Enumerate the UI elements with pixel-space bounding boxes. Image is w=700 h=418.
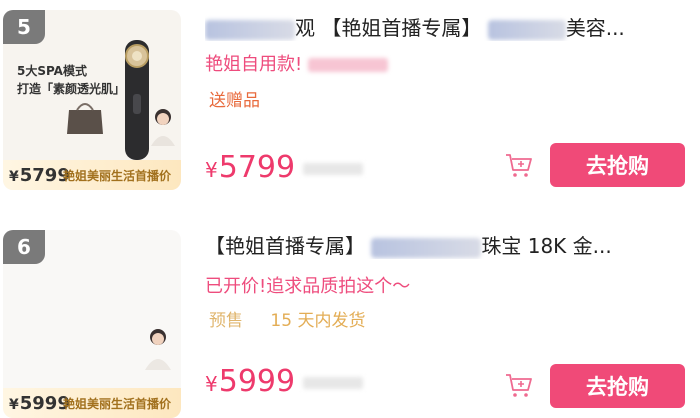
currency-symbol: ¥ [9, 397, 19, 413]
currency-symbol: ¥ [205, 158, 218, 182]
thumbnail-promo-line: 打造「素颜透光肌」 [17, 82, 126, 96]
bag-image [67, 103, 103, 134]
price-value: 5999 [218, 364, 296, 399]
thumbnail-caption: 艳姐美丽生活首播价 [63, 169, 172, 183]
product-item[interactable]: 5 5大SPA模式 打造「素颜透光肌」 ¥5799 艳姐美丽生活首播价 观 【艳… [0, 0, 700, 200]
thumbnail-promo-text: 5大SPA模式 打造「素颜透光肌」 [17, 62, 125, 98]
product-price: ¥5999 [205, 364, 364, 399]
rank-badge: 5 [3, 10, 45, 44]
thumbnail-price: ¥5999 [9, 393, 70, 414]
host-photo [145, 329, 171, 370]
redacted-text [205, 19, 295, 40]
title-exclusive-tag: 【艳姐首播专属】 [205, 234, 365, 258]
subtitle-text: 艳姐自用款! [205, 54, 303, 75]
thumbnail-promo-line: 5大SPA模式 [17, 64, 87, 78]
title-tail: 美容... [565, 16, 625, 40]
product-item[interactable]: 6 ¥5999 艳姐美丽生活首播价 【艳姐首播专属】 珠宝 18K 金... 已… [0, 222, 700, 418]
buy-now-button[interactable]: 去抢购 [550, 364, 685, 408]
redacted-text [371, 237, 482, 258]
gift-tag: 送赠品 [209, 91, 260, 111]
product-title[interactable]: 观 【艳姐首播专属】 美容... [205, 12, 695, 41]
thumbnail-price-band: ¥5799 艳姐美丽生活首播价 [3, 160, 181, 190]
rank-badge: 6 [3, 230, 45, 264]
redacted-text [308, 58, 389, 72]
buy-now-button[interactable]: 去抢购 [550, 143, 685, 187]
original-price-redacted [303, 162, 364, 175]
currency-symbol: ¥ [9, 169, 19, 185]
price-value: 5799 [218, 150, 296, 185]
redacted-text [487, 19, 566, 40]
currency-symbol: ¥ [205, 372, 218, 396]
shopping-cart-plus-icon[interactable] [504, 150, 534, 180]
shipping-tag: 15 天内发货 [270, 311, 366, 331]
thumbnail-price: ¥5799 [9, 165, 70, 186]
beauty-device-image [125, 40, 149, 160]
thumbnail-caption: 艳姐美丽生活首播价 [63, 397, 172, 411]
product-subtitle: 艳姐自用款! [205, 50, 389, 76]
product-price: ¥5799 [205, 150, 364, 185]
product-thumbnail[interactable]: 5 5大SPA模式 打造「素颜透光肌」 ¥5799 艳姐美丽生活首播价 [3, 10, 181, 190]
presale-tag: 预售 [209, 311, 243, 331]
title-exclusive-tag: 【艳姐首播专属】 [321, 16, 482, 40]
title-tail: 珠宝 18K 金... [481, 234, 612, 258]
product-title[interactable]: 【艳姐首播专属】 珠宝 18K 金... [205, 230, 695, 259]
thumbnail-price-band: ¥5999 艳姐美丽生活首播价 [3, 388, 181, 418]
title-prefix-tail: 观 [295, 16, 315, 40]
product-tags: 预售 15 天内发货 [209, 306, 365, 331]
original-price-redacted [303, 376, 364, 389]
shopping-cart-plus-icon[interactable] [504, 370, 534, 400]
product-thumbnail[interactable]: 6 ¥5999 艳姐美丽生活首播价 [3, 230, 181, 418]
product-subtitle: 已开价!追求品质拍这个～ [205, 276, 411, 297]
